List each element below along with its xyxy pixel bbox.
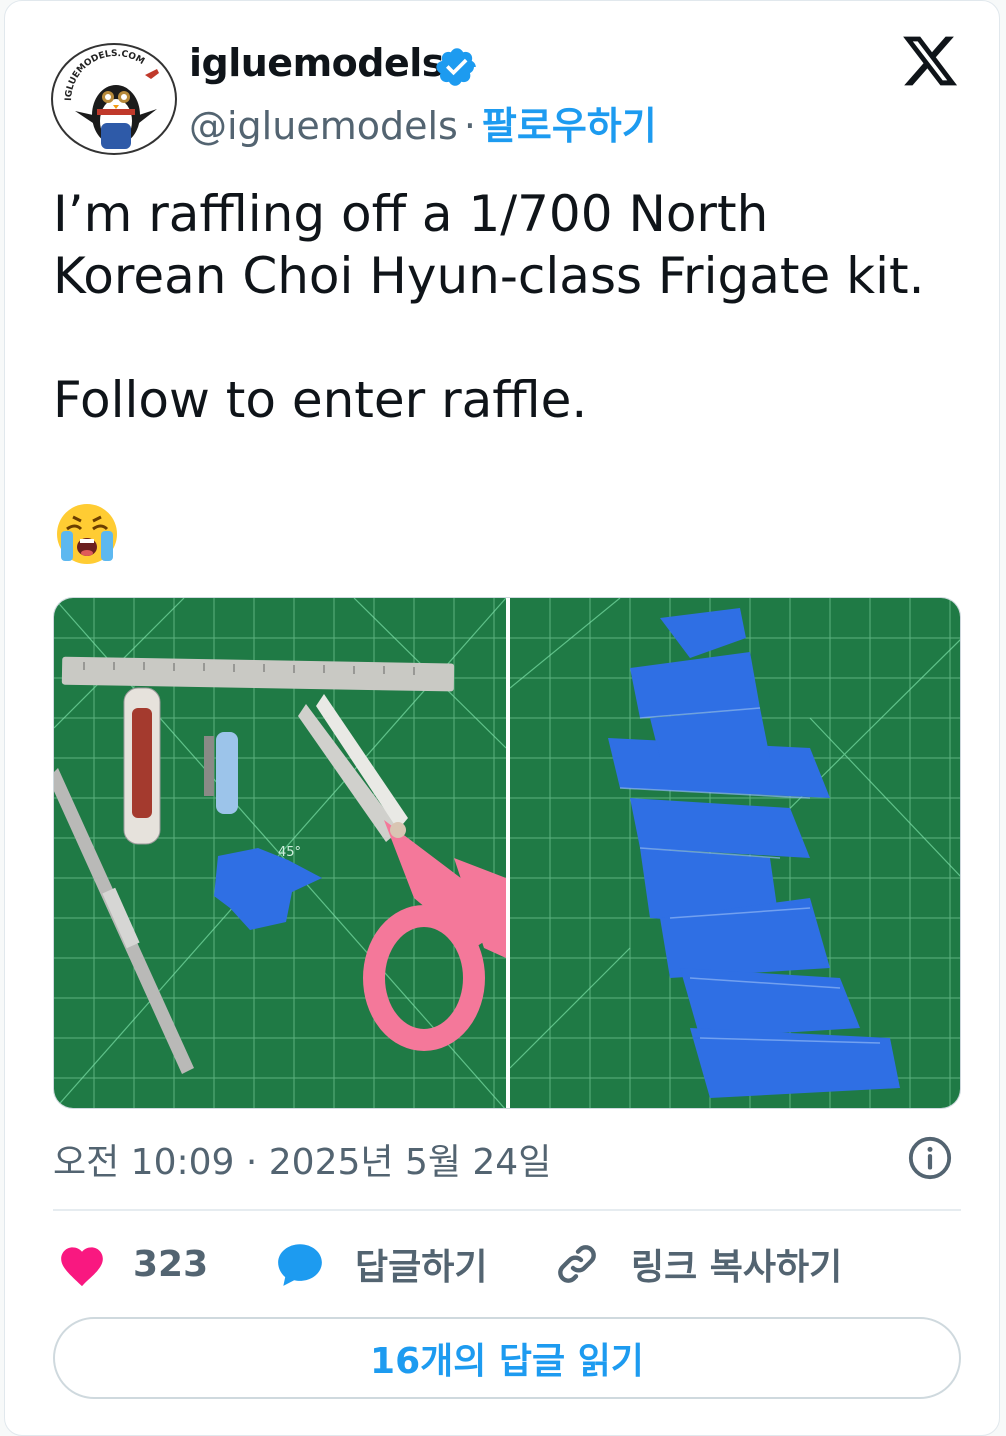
x-logo-icon[interactable] [899,31,961,91]
like-button[interactable]: 323 [57,1237,208,1291]
tweet-line-4: Follow to enter raffle. [53,371,588,429]
tweet-line-2: Korean Choi Hyun-class Frigate kit. [53,247,925,305]
post-timestamp[interactable]: 오전 10:09 · 2025년 5월 24일 [53,1133,551,1185]
divider [53,1209,961,1211]
tweet-line-gap [53,307,973,369]
author-handle[interactable]: @igluemodels [189,104,458,148]
tweet-card: IGLUEMODELS.COM igluemodels @igluemodels… [4,0,1000,1436]
mat-angle-label: 45° [278,845,301,860]
loudly-crying-face-icon [57,504,117,564]
penguin-logo-icon: IGLUEMODELS.COM [64,49,159,149]
verified-badge-icon [436,48,476,86]
read-replies-label: 16개의 답글 읽기 [370,1341,644,1382]
follow-link[interactable]: 팔로우하기 [482,104,657,148]
tweet-line-1: I’m raffling off a 1/700 North [53,185,769,243]
reply-button[interactable]: 답글하기 [275,1237,487,1291]
read-replies-button[interactable]: 16개의 답글 읽기 [53,1317,961,1399]
like-count: 323 [133,1243,209,1285]
copy-link-label: 링크 복사하기 [631,1247,843,1288]
avatar[interactable]: IGLUEMODELS.COM [51,43,177,155]
reply-bubble-icon [278,1244,322,1286]
separator-dot: · [463,104,476,148]
reply-label: 답글하기 [355,1247,488,1288]
heart-icon [61,1247,103,1287]
handle-row: @igluemodels · 팔로우하기 [189,95,657,150]
photo-blue-tape-on-cutting-mat[interactable] [510,598,961,1109]
photo-tools-on-cutting-mat[interactable]: 45° [54,598,506,1109]
info-icon[interactable] [907,1135,953,1181]
link-icon [558,1245,596,1283]
copy-link-button[interactable]: 링크 복사하기 [553,1237,842,1291]
author-name[interactable]: igluemodels [189,41,444,85]
media-grid: 45° [53,597,961,1109]
tweet-text: I’m raffling off a 1/700 North Korean Ch… [53,183,973,431]
